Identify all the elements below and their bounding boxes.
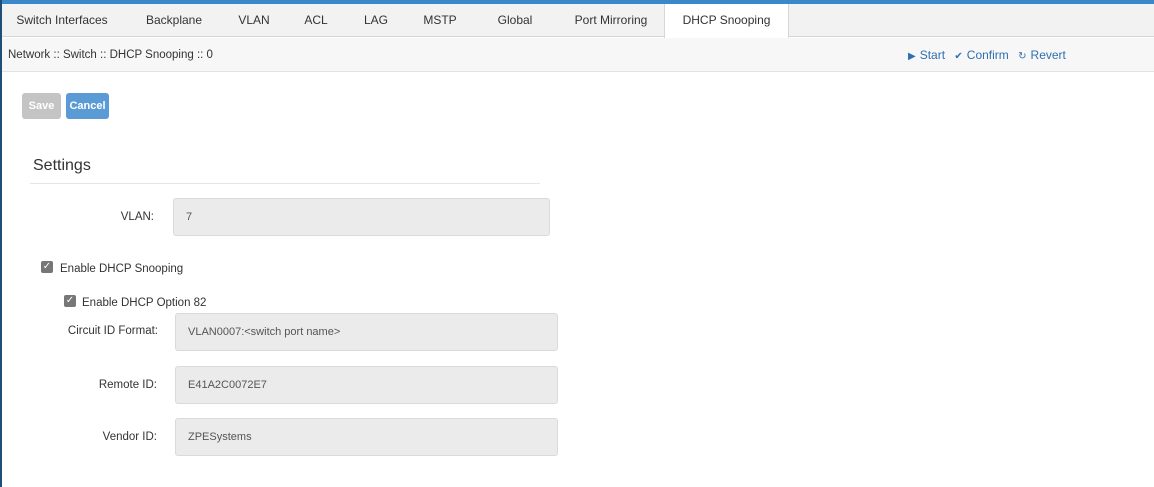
enable-dhcp-option82-checkbox[interactable]: ✓ [64, 295, 76, 307]
tab-lag[interactable]: LAG [356, 4, 396, 37]
tab-backplane[interactable]: Backplane [132, 4, 216, 37]
confirm-button[interactable]: ✔ Confirm [954, 38, 1008, 74]
breadcrumb-bar: Network :: Switch :: DHCP Snooping :: 0 … [2, 38, 1154, 72]
play-icon: ▶ [908, 51, 916, 62]
vendor-id-label: Vendor ID: [102, 431, 157, 443]
revert-label: Revert [1030, 48, 1066, 62]
revert-button[interactable]: ↻ Revert [1018, 38, 1066, 74]
tab-dhcp-snooping[interactable]: DHCP Snooping [664, 4, 789, 38]
tab-mstp[interactable]: MSTP [415, 4, 465, 37]
vlan-label: VLAN: [120, 211, 154, 223]
vlan-field[interactable]: 7 [173, 198, 550, 236]
enable-dhcp-snooping-checkbox[interactable]: ✓ [41, 261, 53, 273]
start-label: Start [919, 48, 946, 62]
start-button[interactable]: ▶ Start [908, 38, 945, 74]
section-title: Settings [33, 157, 91, 174]
remote-id-field[interactable]: E41A2C0072E7 [175, 366, 558, 404]
confirm-label: Confirm [966, 48, 1009, 62]
action-links: ▶ Start ✔ Confirm ↻ Revert [908, 38, 1072, 72]
tab-global[interactable]: Global [487, 4, 543, 37]
tab-switch-interfaces[interactable]: Switch Interfaces [8, 4, 116, 37]
circuit-id-format-label: Circuit ID Format: [67, 325, 158, 337]
cancel-button[interactable]: Cancel [66, 93, 109, 119]
tab-acl[interactable]: ACL [296, 4, 336, 37]
window-left-border [0, 0, 2, 487]
vendor-id-field[interactable]: ZPESystems [175, 418, 558, 456]
tab-port-mirroring[interactable]: Port Mirroring [560, 4, 662, 37]
breadcrumb: Network :: Switch :: DHCP Snooping :: 0 [8, 49, 213, 61]
section-divider [30, 183, 540, 184]
save-button[interactable]: Save [22, 93, 61, 119]
revert-icon: ↻ [1018, 51, 1027, 62]
tab-vlan[interactable]: VLAN [228, 4, 280, 37]
enable-dhcp-snooping-label: Enable DHCP Snooping [60, 263, 184, 275]
enable-dhcp-option82-label: Enable DHCP Option 82 [82, 297, 207, 309]
remote-id-label: Remote ID: [98, 379, 157, 391]
check-icon: ✔ [954, 51, 963, 62]
tab-bar: Switch Interfaces Backplane VLAN ACL LAG… [2, 4, 1154, 38]
circuit-id-format-field[interactable]: VLAN0007:<switch port name> [175, 313, 558, 351]
